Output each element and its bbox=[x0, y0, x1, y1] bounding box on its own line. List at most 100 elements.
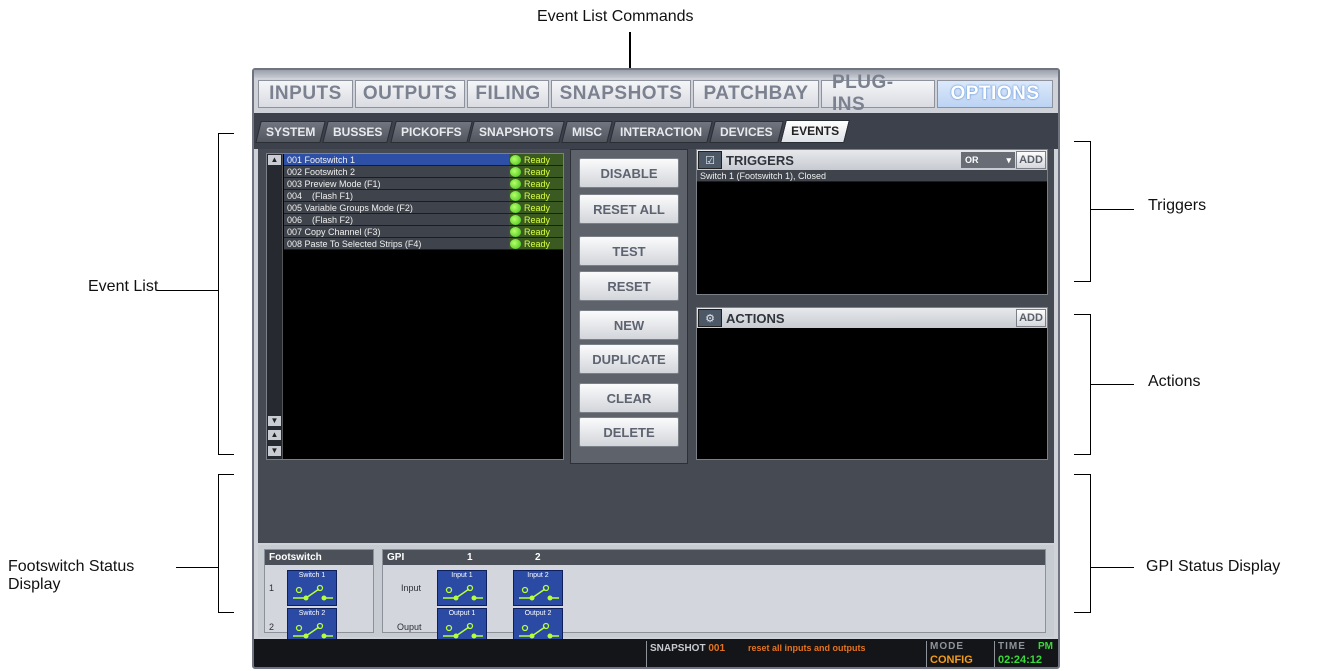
disable-button[interactable]: DISABLE bbox=[579, 158, 679, 188]
gpi-input-label: Input 1 bbox=[451, 572, 473, 579]
callout-gpi-status: GPI Status Display bbox=[1146, 558, 1281, 575]
list-item[interactable]: 003 Preview Mode (F1) Ready bbox=[284, 178, 563, 190]
callout-bracket bbox=[218, 133, 219, 455]
switch-open-icon bbox=[519, 622, 559, 639]
action-icon: ⚙ bbox=[698, 309, 722, 327]
callout-line bbox=[1090, 567, 1134, 568]
subtab-label: INTERACTION bbox=[620, 125, 703, 139]
switch-open-icon bbox=[443, 584, 483, 601]
actions-panel: ⚙ ACTIONS ADD bbox=[696, 307, 1048, 460]
subtab-pickoffs[interactable]: PICKOFFS bbox=[389, 121, 473, 143]
ready-led-icon bbox=[510, 166, 521, 177]
arrow-up-icon[interactable]: ▲ bbox=[268, 430, 281, 440]
ready-led-icon bbox=[510, 214, 521, 225]
tab-inputs[interactable]: INPUTS bbox=[258, 80, 353, 108]
list-item[interactable]: 006 (Flash F2) Ready bbox=[284, 214, 563, 226]
tab-patchbay[interactable]: PATCHBAY bbox=[693, 80, 819, 108]
event-name: 005 Variable Groups Mode (F2) bbox=[287, 202, 413, 213]
list-item[interactable]: 007 Copy Channel (F3) Ready bbox=[284, 226, 563, 238]
event-name: 001 Footswitch 1 bbox=[287, 154, 356, 165]
time-label: TIME bbox=[998, 641, 1026, 652]
subtab-devices[interactable]: DEVICES bbox=[709, 121, 784, 143]
status-label: Ready bbox=[524, 190, 551, 201]
list-item[interactable]: 005 Variable Groups Mode (F2) Ready bbox=[284, 202, 563, 214]
tab-filing[interactable]: FILING bbox=[467, 80, 549, 108]
event-name: 002 Footswitch 2 bbox=[287, 166, 356, 177]
list-item[interactable]: 002 Footswitch 2 Ready bbox=[284, 166, 563, 178]
subtab-snapshots[interactable]: SNAPSHOTS bbox=[468, 121, 565, 143]
list-item[interactable]: 004 (Flash F1) Ready bbox=[284, 190, 563, 202]
footswitch-1-status[interactable]: Switch 1 bbox=[287, 570, 337, 606]
callout-event-list-commands: Event List Commands bbox=[537, 8, 694, 25]
list-item[interactable]: 008 Paste To Selected Strips (F4) Ready bbox=[284, 238, 563, 250]
subtab-interaction[interactable]: INTERACTION bbox=[609, 121, 713, 143]
callout-footswitch-line1: Footswitch Status bbox=[8, 558, 135, 575]
callout-bracket bbox=[218, 454, 234, 455]
subtab-events[interactable]: EVENTS bbox=[779, 120, 850, 143]
subtab-label: EVENTS bbox=[790, 124, 839, 138]
event-name: 003 Preview Mode (F1) bbox=[287, 178, 381, 189]
new-button[interactable]: NEW bbox=[579, 310, 679, 340]
arrow-down-icon[interactable]: ▼ bbox=[268, 446, 281, 456]
time-period: PM bbox=[1038, 641, 1053, 652]
switch-open-icon bbox=[519, 584, 559, 601]
tab-outputs[interactable]: OUTPUTS bbox=[355, 80, 465, 108]
subtab-label: MISC bbox=[572, 125, 603, 139]
status-label: Ready bbox=[524, 238, 551, 249]
main-tab-bar: INPUTS OUTPUTS FILING SNAPSHOTS PATCHBAY… bbox=[258, 72, 1053, 115]
switch-label: Switch 2 bbox=[298, 610, 326, 617]
subtab-misc[interactable]: MISC bbox=[561, 121, 613, 143]
delete-button[interactable]: DELETE bbox=[579, 417, 679, 447]
callout-triggers: Triggers bbox=[1148, 197, 1207, 214]
subtab-label: SYSTEM bbox=[266, 125, 316, 139]
gpi-input-row-label: Input bbox=[401, 583, 422, 593]
callout-bracket bbox=[1090, 314, 1091, 455]
callout-bracket bbox=[1074, 314, 1090, 315]
chevron-down-icon: ▾ bbox=[1006, 154, 1011, 165]
tab-snapshots[interactable]: SNAPSHOTS bbox=[551, 80, 691, 108]
callout-bracket bbox=[1090, 141, 1091, 282]
status-badge: Ready bbox=[509, 226, 563, 237]
callout-bracket bbox=[1074, 141, 1090, 142]
switch-open-icon bbox=[293, 584, 333, 601]
add-trigger-button[interactable]: ADD bbox=[1016, 151, 1046, 169]
subtab-busses[interactable]: BUSSES bbox=[322, 121, 394, 143]
snapshot-number: 001 bbox=[708, 643, 726, 654]
triggers-panel: ☑ TRIGGERS OR ▾ ADD Switch 1 (Footswitch… bbox=[696, 149, 1048, 295]
events-content: ▲ ▼ ▲ ▼ 001 Footswitch 1 Ready 002 Footsw… bbox=[258, 149, 1054, 543]
window-top-bar bbox=[254, 70, 1058, 78]
gpi-output-label: Output 1 bbox=[448, 610, 476, 617]
tab-plug-ins[interactable]: PLUG-INS bbox=[821, 72, 935, 115]
actions-title: ACTIONS bbox=[726, 310, 785, 326]
test-button[interactable]: TEST bbox=[579, 236, 679, 266]
add-action-button[interactable]: ADD bbox=[1016, 309, 1046, 327]
list-item[interactable]: 001 Footswitch 1 Ready bbox=[284, 154, 563, 166]
tab-options[interactable]: OPTIONS bbox=[937, 80, 1053, 108]
triggers-header: ☑ TRIGGERS OR ▾ ADD bbox=[697, 150, 1047, 170]
event-name: 004 (Flash F1) bbox=[287, 190, 354, 201]
event-list-scrollbar[interactable]: ▲ ▼ ▲ ▼ bbox=[267, 154, 283, 459]
arrow-down-icon[interactable]: ▼ bbox=[268, 416, 281, 426]
callout-bracket bbox=[218, 474, 219, 613]
event-name: 006 (Flash F2) bbox=[287, 214, 354, 225]
duplicate-button[interactable]: DUPLICATE bbox=[579, 344, 679, 374]
reset-button[interactable]: RESET bbox=[579, 271, 679, 301]
status-label: Ready bbox=[524, 166, 551, 177]
callout-footswitch-status: Footswitch Status Display bbox=[8, 558, 134, 595]
gpi-input-2-status[interactable]: Input 2 bbox=[513, 570, 563, 606]
subtab-label: DEVICES bbox=[720, 125, 773, 139]
gpi-input-1-status[interactable]: Input 1 bbox=[437, 570, 487, 606]
status-area: Footswitch 1 Switch 1 2 Switch 2 GPI 1 2… bbox=[258, 545, 1054, 644]
status-label: Ready bbox=[524, 202, 551, 213]
event-list: ▲ ▼ ▲ ▼ 001 Footswitch 1 Ready 002 Footsw… bbox=[266, 153, 564, 460]
subtab-system[interactable]: SYSTEM bbox=[255, 121, 327, 143]
status-label: Ready bbox=[524, 226, 551, 237]
footswitch-status-display: Footswitch 1 Switch 1 2 Switch 2 bbox=[264, 549, 374, 644]
trigger-item[interactable]: Switch 1 (Footswitch 1), Closed bbox=[697, 170, 1047, 182]
arrow-up-icon[interactable]: ▲ bbox=[268, 155, 281, 165]
status-badge: Ready bbox=[509, 154, 563, 165]
trigger-logic-select[interactable]: OR ▾ bbox=[961, 152, 1015, 168]
clear-button[interactable]: CLEAR bbox=[579, 383, 679, 413]
status-label: Ready bbox=[524, 178, 551, 189]
reset-all-button[interactable]: RESET ALL bbox=[579, 194, 679, 224]
